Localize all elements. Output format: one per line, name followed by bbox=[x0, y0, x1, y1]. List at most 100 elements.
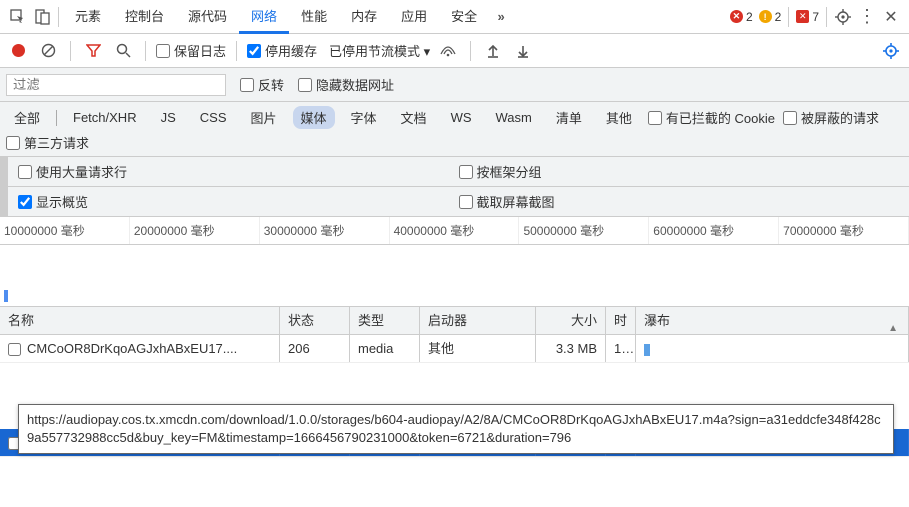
col-time[interactable]: 时 bbox=[606, 307, 636, 334]
inspect-element-icon[interactable] bbox=[6, 5, 30, 29]
tab-elements[interactable]: 元素 bbox=[63, 0, 113, 34]
blocked-cookies-checkbox[interactable]: 有已拦截的 Cookie bbox=[648, 108, 775, 127]
timeline-tick: 60000000 毫秒 bbox=[649, 217, 779, 244]
invert-checkbox[interactable]: 反转 bbox=[240, 75, 284, 94]
group-by-frame-label: 按框架分组 bbox=[477, 162, 542, 181]
tab-memory[interactable]: 内存 bbox=[339, 0, 389, 34]
warning-count-value: 2 bbox=[775, 10, 782, 24]
tab-security[interactable]: 安全 bbox=[439, 0, 489, 34]
cell-type: media bbox=[350, 335, 420, 362]
preserve-log-checkbox[interactable]: 保留日志 bbox=[156, 41, 226, 60]
filter-icon[interactable] bbox=[81, 39, 105, 63]
timeline-overview[interactable] bbox=[0, 245, 909, 307]
chip-other[interactable]: 其他 bbox=[598, 106, 640, 129]
col-size[interactable]: 大小 bbox=[536, 307, 606, 334]
third-party-label: 第三方请求 bbox=[24, 133, 89, 152]
show-overview-checkbox[interactable]: 显示概览 bbox=[18, 192, 88, 211]
row-checkbox[interactable] bbox=[8, 343, 21, 356]
tab-application[interactable]: 应用 bbox=[389, 0, 439, 34]
device-toolbar-icon[interactable] bbox=[30, 5, 54, 29]
screenshots-checkbox[interactable]: 截取屏幕截图 bbox=[459, 192, 555, 211]
kebab-menu-icon[interactable]: ⋮ bbox=[855, 5, 879, 29]
record-button[interactable] bbox=[6, 39, 30, 63]
preserve-log-label: 保留日志 bbox=[174, 41, 226, 60]
chip-doc[interactable]: 文档 bbox=[393, 106, 435, 129]
cell-status: 206 bbox=[280, 335, 350, 362]
col-waterfall[interactable]: 瀑布▲ bbox=[636, 307, 909, 334]
timeline-tick: 50000000 毫秒 bbox=[519, 217, 649, 244]
tab-performance[interactable]: 性能 bbox=[289, 0, 339, 34]
sort-indicator-icon: ▲ bbox=[888, 315, 898, 334]
separator bbox=[56, 110, 57, 126]
hide-data-urls-label: 隐藏数据网址 bbox=[316, 75, 394, 94]
separator bbox=[470, 41, 471, 61]
disable-cache-checkbox[interactable]: 停用缓存 bbox=[247, 41, 317, 60]
close-devtools-icon[interactable]: ✕ bbox=[879, 5, 903, 29]
timeline-tick: 40000000 毫秒 bbox=[390, 217, 520, 244]
timeline-tick: 10000000 毫秒 bbox=[0, 217, 130, 244]
tab-network[interactable]: 网络 bbox=[239, 0, 289, 34]
chip-manifest[interactable]: 清单 bbox=[548, 106, 590, 129]
hide-data-urls-checkbox[interactable]: 隐藏数据网址 bbox=[298, 75, 394, 94]
chip-css[interactable]: CSS bbox=[192, 108, 235, 127]
show-overview-label: 显示概览 bbox=[36, 192, 88, 211]
third-party-checkbox[interactable]: 第三方请求 bbox=[6, 133, 903, 152]
chip-font[interactable]: 字体 bbox=[343, 106, 385, 129]
network-toolbar: 保留日志 停用缓存 已停用节流模式 ▾ bbox=[0, 34, 909, 68]
clear-button[interactable] bbox=[36, 39, 60, 63]
search-icon[interactable] bbox=[111, 39, 135, 63]
network-settings-icon[interactable] bbox=[879, 39, 903, 63]
invert-label: 反转 bbox=[258, 75, 284, 94]
separator bbox=[236, 41, 237, 61]
chevron-down-icon: ▾ bbox=[424, 44, 431, 59]
timeline-marker bbox=[4, 290, 8, 302]
disable-cache-label: 停用缓存 bbox=[265, 41, 317, 60]
chip-img[interactable]: 图片 bbox=[243, 106, 285, 129]
separator bbox=[788, 7, 789, 27]
error-count-badge[interactable]: ✕2 bbox=[730, 10, 753, 24]
issue-count-badge[interactable]: ✕7 bbox=[796, 10, 819, 24]
large-rows-label: 使用大量请求行 bbox=[36, 162, 127, 181]
col-type[interactable]: 类型 bbox=[350, 307, 420, 334]
col-status[interactable]: 状态 bbox=[280, 307, 350, 334]
scroll-gutter[interactable] bbox=[0, 157, 8, 217]
timeline-tick: 30000000 毫秒 bbox=[260, 217, 390, 244]
filter-input[interactable] bbox=[6, 74, 226, 96]
cell-time: 1... bbox=[606, 335, 636, 362]
chip-wasm[interactable]: Wasm bbox=[488, 108, 540, 127]
chip-media[interactable]: 媒体 bbox=[293, 106, 335, 129]
group-by-frame-checkbox[interactable]: 按框架分组 bbox=[459, 162, 542, 181]
cell-initiator: 其他 bbox=[420, 335, 536, 362]
warning-count-badge[interactable]: !2 bbox=[759, 10, 782, 24]
blocked-requests-label: 被屏蔽的请求 bbox=[801, 108, 879, 127]
error-count-value: 2 bbox=[746, 10, 753, 24]
options-panel: 使用大量请求行 按框架分组 显示概览 截取屏幕截图 bbox=[0, 157, 909, 217]
timeline-tick: 70000000 毫秒 bbox=[779, 217, 909, 244]
chip-ws[interactable]: WS bbox=[443, 108, 480, 127]
chip-fetch[interactable]: Fetch/XHR bbox=[65, 108, 145, 127]
blocked-requests-checkbox[interactable]: 被屏蔽的请求 bbox=[783, 108, 879, 127]
url-tooltip: https://audiopay.cos.tx.xmcdn.com/downlo… bbox=[18, 404, 894, 454]
large-rows-checkbox[interactable]: 使用大量请求行 bbox=[18, 162, 127, 181]
devtools-tab-strip: 元素 控制台 源代码 网络 性能 内存 应用 安全 » ✕2 !2 ✕7 ⋮ ✕ bbox=[0, 0, 909, 34]
separator bbox=[70, 41, 71, 61]
throttle-mode-select[interactable]: 已停用节流模式 ▾ bbox=[329, 41, 430, 60]
tab-sources[interactable]: 源代码 bbox=[176, 0, 239, 34]
table-row[interactable]: CMCoOR8DrKqoAGJxhABxEU17.... 206 media 其… bbox=[0, 335, 909, 363]
tab-console[interactable]: 控制台 bbox=[113, 0, 176, 34]
timeline-tick: 20000000 毫秒 bbox=[130, 217, 260, 244]
chip-all[interactable]: 全部 bbox=[6, 106, 48, 129]
more-tabs-icon[interactable]: » bbox=[489, 5, 513, 29]
cell-waterfall bbox=[636, 335, 909, 362]
import-har-icon[interactable] bbox=[481, 39, 505, 63]
col-name[interactable]: 名称 bbox=[0, 307, 280, 334]
cell-size: 3.3 MB bbox=[536, 335, 606, 362]
settings-icon[interactable] bbox=[831, 5, 855, 29]
chip-js[interactable]: JS bbox=[153, 108, 184, 127]
network-conditions-icon[interactable] bbox=[436, 39, 460, 63]
col-initiator[interactable]: 启动器 bbox=[420, 307, 536, 334]
issue-count-value: 7 bbox=[812, 10, 819, 24]
timeline-ruler[interactable]: 10000000 毫秒 20000000 毫秒 30000000 毫秒 4000… bbox=[0, 217, 909, 245]
separator bbox=[145, 41, 146, 61]
export-har-icon[interactable] bbox=[511, 39, 535, 63]
